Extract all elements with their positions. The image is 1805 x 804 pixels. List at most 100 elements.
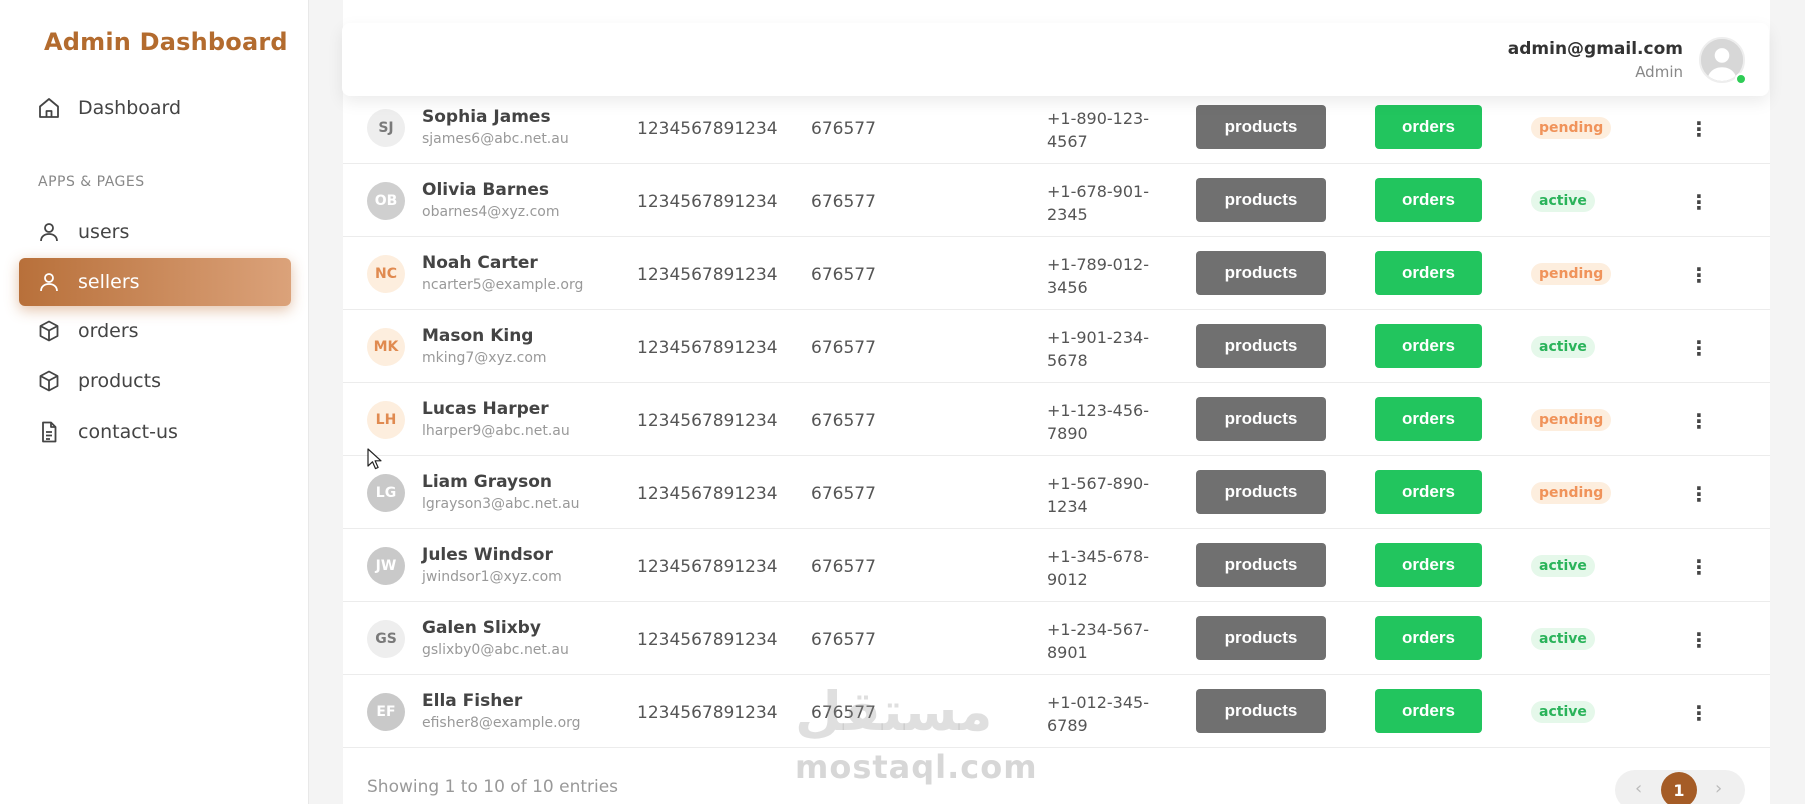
- seller-id: 1234567891234: [637, 630, 778, 650]
- seller-name: Olivia Barnes: [422, 180, 549, 200]
- seller-avatar: JW: [367, 547, 405, 585]
- table-row: EF Ella Fisher efisher8@example.org 1234…: [343, 675, 1770, 748]
- seller-avatar: NC: [367, 255, 405, 293]
- products-button[interactable]: products: [1196, 689, 1326, 733]
- seller-phone: +1-123-456-7890: [1047, 401, 1149, 443]
- table-row: GS Galen Slixby gslixby0@abc.net.au 1234…: [343, 602, 1770, 675]
- seller-id: 1234567891234: [637, 192, 778, 212]
- products-button[interactable]: products: [1196, 251, 1326, 295]
- seller-avatar: GS: [367, 620, 405, 658]
- products-button[interactable]: products: [1196, 105, 1326, 149]
- products-button[interactable]: products: [1196, 616, 1326, 660]
- seller-phone: +1-345-678-9012: [1047, 547, 1149, 589]
- seller-email: mking7@xyz.com: [422, 350, 547, 366]
- status-badge: pending: [1531, 117, 1612, 139]
- seller-code: 676577: [811, 484, 876, 504]
- online-status-dot: [1735, 73, 1747, 85]
- sidebar-item-sellers[interactable]: sellers: [19, 258, 291, 306]
- more-vertical-icon[interactable]: ⋮: [1687, 336, 1711, 360]
- seller-code: 676577: [811, 192, 876, 212]
- seller-email: efisher8@example.org: [422, 715, 581, 731]
- user-email: admin@gmail.com: [1507, 39, 1683, 59]
- seller-phone: +1-890-123-4567: [1047, 109, 1149, 151]
- products-button[interactable]: products: [1196, 543, 1326, 587]
- orders-button[interactable]: orders: [1375, 178, 1482, 222]
- pagination: ‹ 1 ›: [1615, 770, 1745, 804]
- products-button[interactable]: products: [1196, 397, 1326, 441]
- seller-code: 676577: [811, 265, 876, 285]
- seller-code: 676577: [811, 119, 876, 139]
- chevron-right-icon[interactable]: ›: [1715, 778, 1722, 799]
- orders-button[interactable]: orders: [1375, 689, 1482, 733]
- sidebar-item-products[interactable]: products: [19, 357, 291, 405]
- table-row: LH Lucas Harper lharper9@abc.net.au 1234…: [343, 383, 1770, 456]
- chevron-left-icon[interactable]: ‹: [1635, 778, 1642, 799]
- seller-id: 1234567891234: [637, 411, 778, 431]
- sidebar-item-label: products: [78, 370, 161, 392]
- seller-avatar: SJ: [367, 109, 405, 147]
- products-button[interactable]: products: [1196, 178, 1326, 222]
- seller-email: jwindsor1@xyz.com: [422, 569, 562, 585]
- orders-button[interactable]: orders: [1375, 543, 1482, 587]
- topbar: admin@gmail.com Admin: [342, 23, 1769, 96]
- user-role: Admin: [1635, 63, 1683, 81]
- orders-button[interactable]: orders: [1375, 324, 1482, 368]
- seller-name: Galen Slixby: [422, 618, 541, 638]
- orders-button[interactable]: orders: [1375, 251, 1482, 295]
- seller-phone: +1-234-567-8901: [1047, 620, 1149, 662]
- sidebar-item-orders[interactable]: orders: [19, 307, 291, 355]
- orders-button[interactable]: orders: [1375, 105, 1482, 149]
- seller-avatar: LG: [367, 474, 405, 512]
- seller-name: Noah Carter: [422, 253, 538, 273]
- sidebar-item-users[interactable]: users: [19, 208, 291, 256]
- table-row: LG Liam Grayson lgrayson3@abc.net.au 123…: [343, 456, 1770, 529]
- table-row: NC Noah Carter ncarter5@example.org 1234…: [343, 237, 1770, 310]
- seller-email: lharper9@abc.net.au: [422, 423, 570, 439]
- status-badge: pending: [1531, 482, 1612, 504]
- products-button[interactable]: products: [1196, 324, 1326, 368]
- products-button[interactable]: products: [1196, 470, 1326, 514]
- seller-id: 1234567891234: [637, 703, 778, 723]
- seller-email: gslixby0@abc.net.au: [422, 642, 569, 658]
- sidebar-item-label: orders: [78, 320, 139, 342]
- orders-button[interactable]: orders: [1375, 616, 1482, 660]
- section-label: APPS & PAGES: [38, 174, 145, 190]
- status-badge: active: [1531, 555, 1595, 577]
- status-badge: active: [1531, 628, 1595, 650]
- orders-button[interactable]: orders: [1375, 470, 1482, 514]
- sidebar-item-label: Dashboard: [78, 97, 182, 119]
- seller-email: lgrayson3@abc.net.au: [422, 496, 580, 512]
- more-vertical-icon[interactable]: ⋮: [1687, 555, 1711, 579]
- status-badge: pending: [1531, 263, 1612, 285]
- more-vertical-icon[interactable]: ⋮: [1687, 409, 1711, 433]
- seller-code: 676577: [811, 630, 876, 650]
- sidebar-item-dashboard[interactable]: Dashboard: [19, 84, 291, 132]
- seller-phone: +1-901-234-5678: [1047, 328, 1149, 370]
- home-icon: [39, 98, 59, 118]
- page-button-current[interactable]: 1: [1661, 772, 1697, 804]
- more-vertical-icon[interactable]: ⋮: [1687, 190, 1711, 214]
- seller-name: Liam Grayson: [422, 472, 553, 492]
- sidebar-item-contact-us[interactable]: contact-us: [19, 408, 291, 456]
- more-vertical-icon[interactable]: ⋮: [1687, 701, 1711, 725]
- seller-avatar: MK: [367, 328, 405, 366]
- seller-id: 1234567891234: [637, 557, 778, 577]
- box-icon: [39, 370, 59, 392]
- more-vertical-icon[interactable]: ⋮: [1687, 117, 1711, 141]
- user-icon: [40, 223, 58, 242]
- seller-phone: +1-567-890-1234: [1047, 474, 1149, 516]
- sidebar-item-label: users: [78, 221, 130, 243]
- more-vertical-icon[interactable]: ⋮: [1687, 263, 1711, 287]
- seller-id: 1234567891234: [637, 484, 778, 504]
- seller-code: 676577: [811, 557, 876, 577]
- seller-email: sjames6@abc.net.au: [422, 131, 569, 147]
- seller-name: Mason King: [422, 326, 534, 346]
- sidebar-item-label: contact-us: [78, 421, 178, 443]
- more-vertical-icon[interactable]: ⋮: [1687, 628, 1711, 652]
- orders-button[interactable]: orders: [1375, 397, 1482, 441]
- document-icon: [42, 421, 57, 443]
- seller-phone: +1-678-901-2345: [1047, 182, 1149, 224]
- sellers-table: SJ Sophia James sjames6@abc.net.au 12345…: [343, 91, 1770, 748]
- more-vertical-icon[interactable]: ⋮: [1687, 482, 1711, 506]
- sidebar: Admin Dashboard Dashboard APPS & PAGES u…: [0, 0, 309, 804]
